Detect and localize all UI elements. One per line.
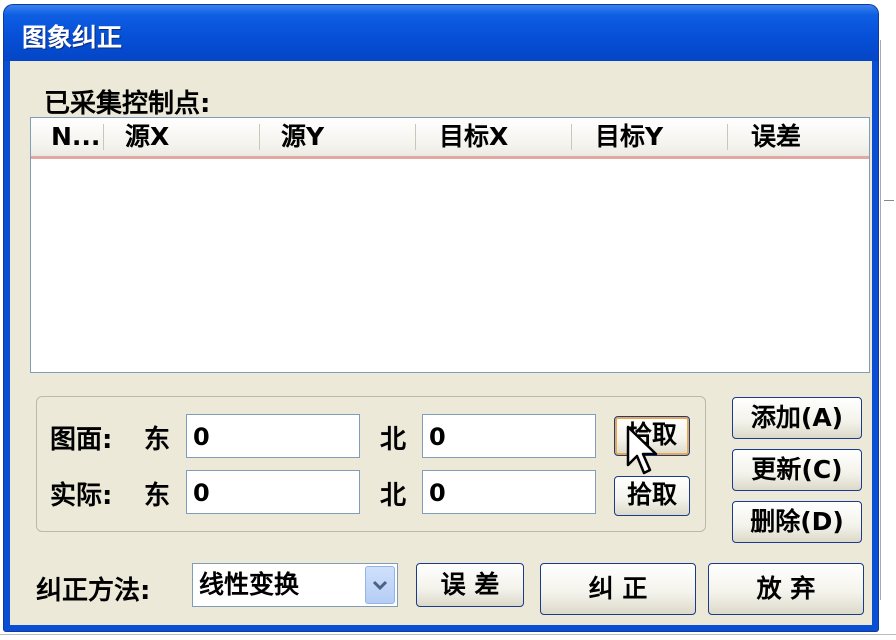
column-separator: [571, 124, 572, 150]
column-header-error[interactable]: 误差: [751, 118, 801, 156]
collected-points-label: 已采集控制点:: [44, 89, 211, 119]
map-east-input[interactable]: 0: [186, 414, 360, 458]
map-north-label: 北: [380, 425, 407, 455]
delete-button[interactable]: 删除(D): [732, 501, 862, 543]
actual-north-label: 北: [380, 481, 407, 511]
column-header-target-x[interactable]: 目标X: [439, 118, 508, 156]
actual-east-input[interactable]: 0: [186, 470, 360, 514]
title-bar[interactable]: 图象纠正: [4, 5, 878, 61]
add-button[interactable]: 添加(A): [732, 397, 862, 439]
column-header-target-y[interactable]: 目标Y: [595, 118, 663, 156]
background-line: [884, 200, 894, 201]
map-east-label: 东: [144, 425, 171, 455]
error-button[interactable]: 误 差: [416, 563, 524, 607]
dialog-title: 图象纠正: [22, 23, 123, 52]
actual-east-label: 东: [144, 481, 171, 511]
actual-coords-label: 实际:: [50, 481, 113, 511]
correct-button[interactable]: 纠 正: [540, 563, 696, 615]
correction-method-label: 纠正方法:: [36, 576, 151, 606]
column-separator: [259, 124, 260, 150]
column-separator: [727, 124, 728, 150]
map-north-input[interactable]: 0: [422, 414, 596, 458]
actual-north-input[interactable]: 0: [422, 470, 596, 514]
column-header-number[interactable]: N...: [51, 118, 100, 156]
image-correction-dialog: 图象纠正 已采集控制点: N... 源X 源Y 目标X 目标Y 误差 图面: 东…: [4, 5, 878, 631]
control-points-list[interactable]: N... 源X 源Y 目标X 目标Y 误差: [30, 117, 870, 373]
column-header-source-x[interactable]: 源X: [125, 118, 169, 156]
actual-pick-button[interactable]: 拾取: [614, 476, 690, 516]
chevron-down-icon: [372, 580, 388, 591]
background-line: [880, 40, 881, 600]
mouse-pointer-icon: [626, 425, 658, 475]
correction-method-select[interactable]: 线性变换: [192, 563, 398, 607]
list-header: N... 源X 源Y 目标X 目标Y 误差: [31, 118, 869, 159]
abandon-button[interactable]: 放 弃: [708, 563, 864, 615]
dropdown-button[interactable]: [365, 566, 395, 604]
background-line: [0, 634, 896, 635]
map-coords-label: 图面:: [50, 425, 113, 455]
column-header-source-y[interactable]: 源Y: [281, 118, 324, 156]
update-button[interactable]: 更新(C): [732, 449, 862, 491]
column-separator: [103, 124, 104, 150]
dialog-body: 已采集控制点: N... 源X 源Y 目标X 目标Y 误差 图面: 东 0 北 …: [10, 61, 872, 625]
column-separator: [415, 124, 416, 150]
correction-method-value: 线性变换: [199, 570, 300, 599]
coordinate-groupbox: [36, 396, 706, 532]
